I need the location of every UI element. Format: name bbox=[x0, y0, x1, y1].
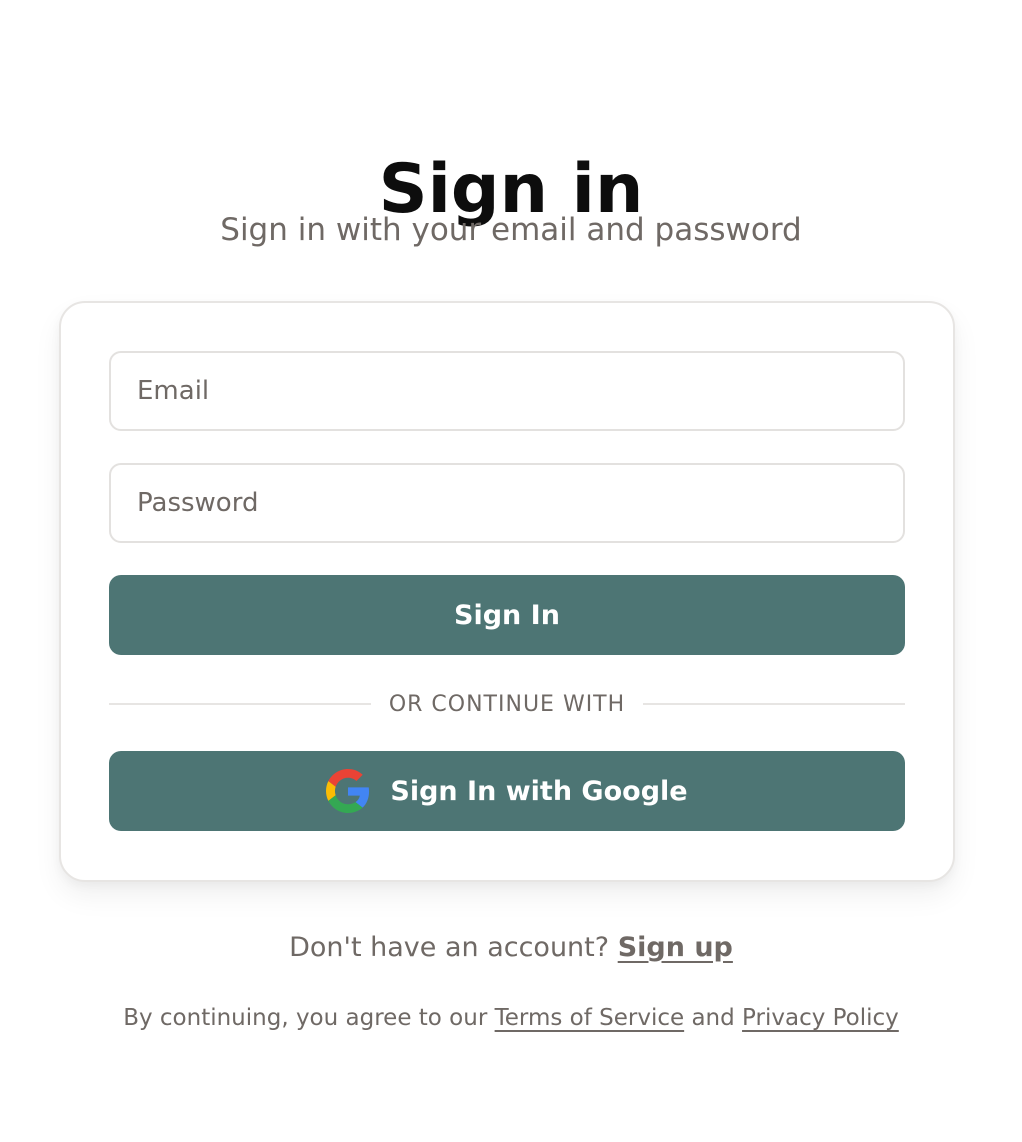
divider-line-left bbox=[109, 703, 371, 705]
google-g-icon bbox=[326, 769, 370, 813]
legal-notice: By continuing, you agree to our Terms of… bbox=[0, 1000, 1022, 1036]
sign-in-card: Sign In OR CONTINUE WITH Sign In with Go… bbox=[59, 301, 955, 882]
signup-prompt-row: Don't have an account? Sign up bbox=[0, 928, 1022, 968]
password-field[interactable] bbox=[109, 463, 905, 543]
legal-prefix: By continuing, you agree to our bbox=[123, 1005, 488, 1031]
legal-and: and bbox=[691, 1005, 735, 1031]
email-field[interactable] bbox=[109, 351, 905, 431]
google-sign-in-label: Sign In with Google bbox=[390, 775, 688, 807]
signup-prompt: Don't have an account? bbox=[289, 932, 610, 963]
sign-up-link[interactable]: Sign up bbox=[618, 932, 733, 963]
sign-in-button-label: Sign In bbox=[454, 599, 560, 631]
divider-label: OR CONTINUE WITH bbox=[388, 691, 626, 717]
page-subtitle: Sign in with your email and password bbox=[220, 212, 802, 248]
sign-in-button[interactable]: Sign In bbox=[109, 575, 905, 655]
terms-of-service-link[interactable]: Terms of Service bbox=[495, 1005, 685, 1031]
privacy-policy-link[interactable]: Privacy Policy bbox=[742, 1005, 899, 1031]
divider: OR CONTINUE WITH bbox=[109, 687, 905, 721]
google-sign-in-button[interactable]: Sign In with Google bbox=[109, 751, 905, 831]
divider-line-right bbox=[643, 703, 905, 705]
